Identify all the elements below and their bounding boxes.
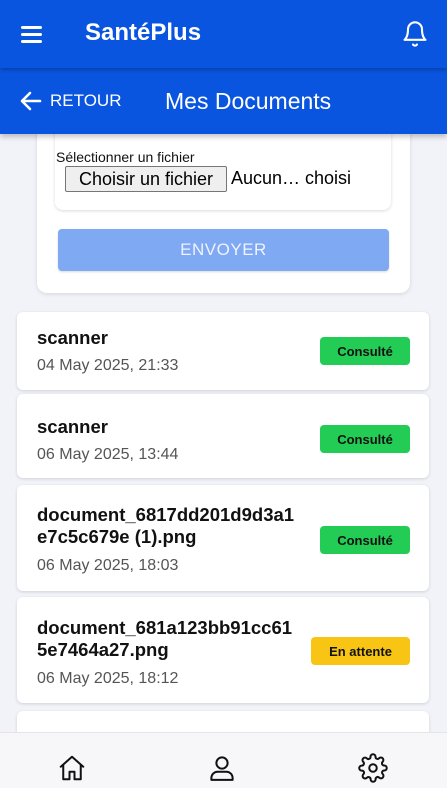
send-button[interactable]: ENVOYER <box>58 229 389 271</box>
choose-file-button[interactable]: Choisir un fichier <box>65 166 227 192</box>
back-label: RETOUR <box>50 91 122 110</box>
document-item[interactable] <box>17 711 429 732</box>
document-item[interactable]: document_6817dd201d9d3a1e7c5c679e (1).pn… <box>17 485 429 591</box>
app-title: SantéPlus <box>85 19 202 46</box>
bell-icon[interactable] <box>401 20 429 48</box>
status-badge: Consulté <box>320 526 410 554</box>
document-name: document_681a123bb91cc615e7464a27.png <box>37 617 293 660</box>
document-item[interactable]: scanner 06 May 2025, 13:44 Consulté <box>17 394 429 478</box>
upload-card: Sélectionner un fichier Choisir un fichi… <box>37 134 410 293</box>
content-area[interactable]: Sélectionner un fichier Choisir un fichi… <box>0 134 447 732</box>
file-picker: Sélectionner un fichier Choisir un fichi… <box>55 134 391 210</box>
file-status: Aucun… choisi <box>231 168 352 188</box>
back-button[interactable]: RETOUR <box>19 88 121 114</box>
document-date: 06 May 2025, 18:03 <box>37 557 179 574</box>
status-badge: En attente <box>311 637 410 665</box>
document-item[interactable]: document_681a123bb91cc615e7464a27.png 06… <box>17 597 429 703</box>
app-header: SantéPlus <box>0 0 447 68</box>
document-date: 04 May 2025, 21:33 <box>37 357 179 374</box>
status-badge: Consulté <box>320 337 410 365</box>
document-name: scanner <box>37 327 108 348</box>
page-header: RETOUR Mes Documents <box>0 68 447 134</box>
file-label: Sélectionner un fichier <box>56 149 195 165</box>
document-name: document_6817dd201d9d3a1e7c5c679e (1).pn… <box>37 504 295 547</box>
document-item[interactable]: scanner 04 May 2025, 21:33 Consulté <box>17 312 429 390</box>
menu-icon[interactable] <box>20 22 44 46</box>
page-title: Mes Documents <box>165 88 332 114</box>
status-badge: Consulté <box>320 425 410 453</box>
user-icon[interactable] <box>207 753 237 783</box>
document-date: 06 May 2025, 18:12 <box>37 670 179 687</box>
home-icon[interactable] <box>57 753 87 783</box>
document-date: 06 May 2025, 13:44 <box>37 446 179 463</box>
settings-icon[interactable] <box>358 753 388 783</box>
bottom-nav <box>0 732 447 788</box>
document-name: scanner <box>37 416 108 437</box>
arrow-left-icon <box>20 91 42 111</box>
